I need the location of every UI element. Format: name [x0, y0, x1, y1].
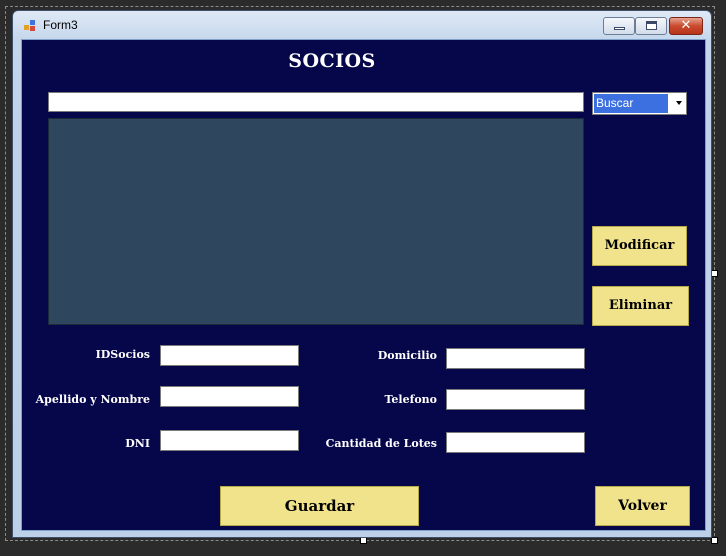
- search-select-value: Buscar: [594, 94, 668, 113]
- close-icon: ✕: [680, 18, 692, 33]
- id-label: IDSocios: [95, 348, 150, 361]
- back-button[interactable]: Volver: [595, 486, 690, 526]
- resize-handle-corner[interactable]: [711, 537, 718, 544]
- title-bar[interactable]: Form3 ✕: [13, 11, 711, 39]
- resize-handle-bottom[interactable]: [360, 537, 367, 544]
- phone-label: Telefono: [384, 393, 437, 406]
- address-field[interactable]: [446, 348, 585, 369]
- modify-button[interactable]: Modificar: [592, 226, 687, 266]
- dni-label: DNI: [125, 437, 150, 450]
- members-data-grid[interactable]: [48, 118, 584, 325]
- window-title: Form3: [43, 18, 78, 32]
- id-field[interactable]: [160, 345, 299, 366]
- lots-label: Cantidad de Lotes: [325, 437, 437, 450]
- save-button[interactable]: Guardar: [220, 486, 419, 526]
- close-button[interactable]: ✕: [669, 17, 703, 35]
- minimize-button[interactable]: [603, 17, 635, 35]
- page-title: SOCIOS: [288, 50, 376, 72]
- form-client-area: SOCIOS Buscar Modificar Eliminar IDSocio…: [21, 39, 706, 531]
- phone-field[interactable]: [446, 389, 585, 410]
- search-select[interactable]: Buscar: [592, 92, 687, 115]
- chevron-down-icon[interactable]: [676, 101, 682, 105]
- lots-field[interactable]: [446, 432, 585, 453]
- resize-handle-right[interactable]: [711, 270, 718, 277]
- name-field[interactable]: [160, 386, 299, 407]
- address-label: Domicilio: [377, 349, 437, 362]
- delete-button[interactable]: Eliminar: [592, 286, 689, 326]
- search-input[interactable]: [48, 92, 584, 112]
- form-window: Form3 ✕ SOCIOS Buscar Modificar Eliminar…: [12, 10, 712, 538]
- minimize-icon: [614, 27, 625, 30]
- app-icon: [24, 20, 36, 32]
- maximize-icon: [646, 21, 657, 30]
- name-label: Apellido y Nombre: [35, 393, 150, 406]
- dni-field[interactable]: [160, 430, 299, 451]
- maximize-button[interactable]: [635, 17, 667, 35]
